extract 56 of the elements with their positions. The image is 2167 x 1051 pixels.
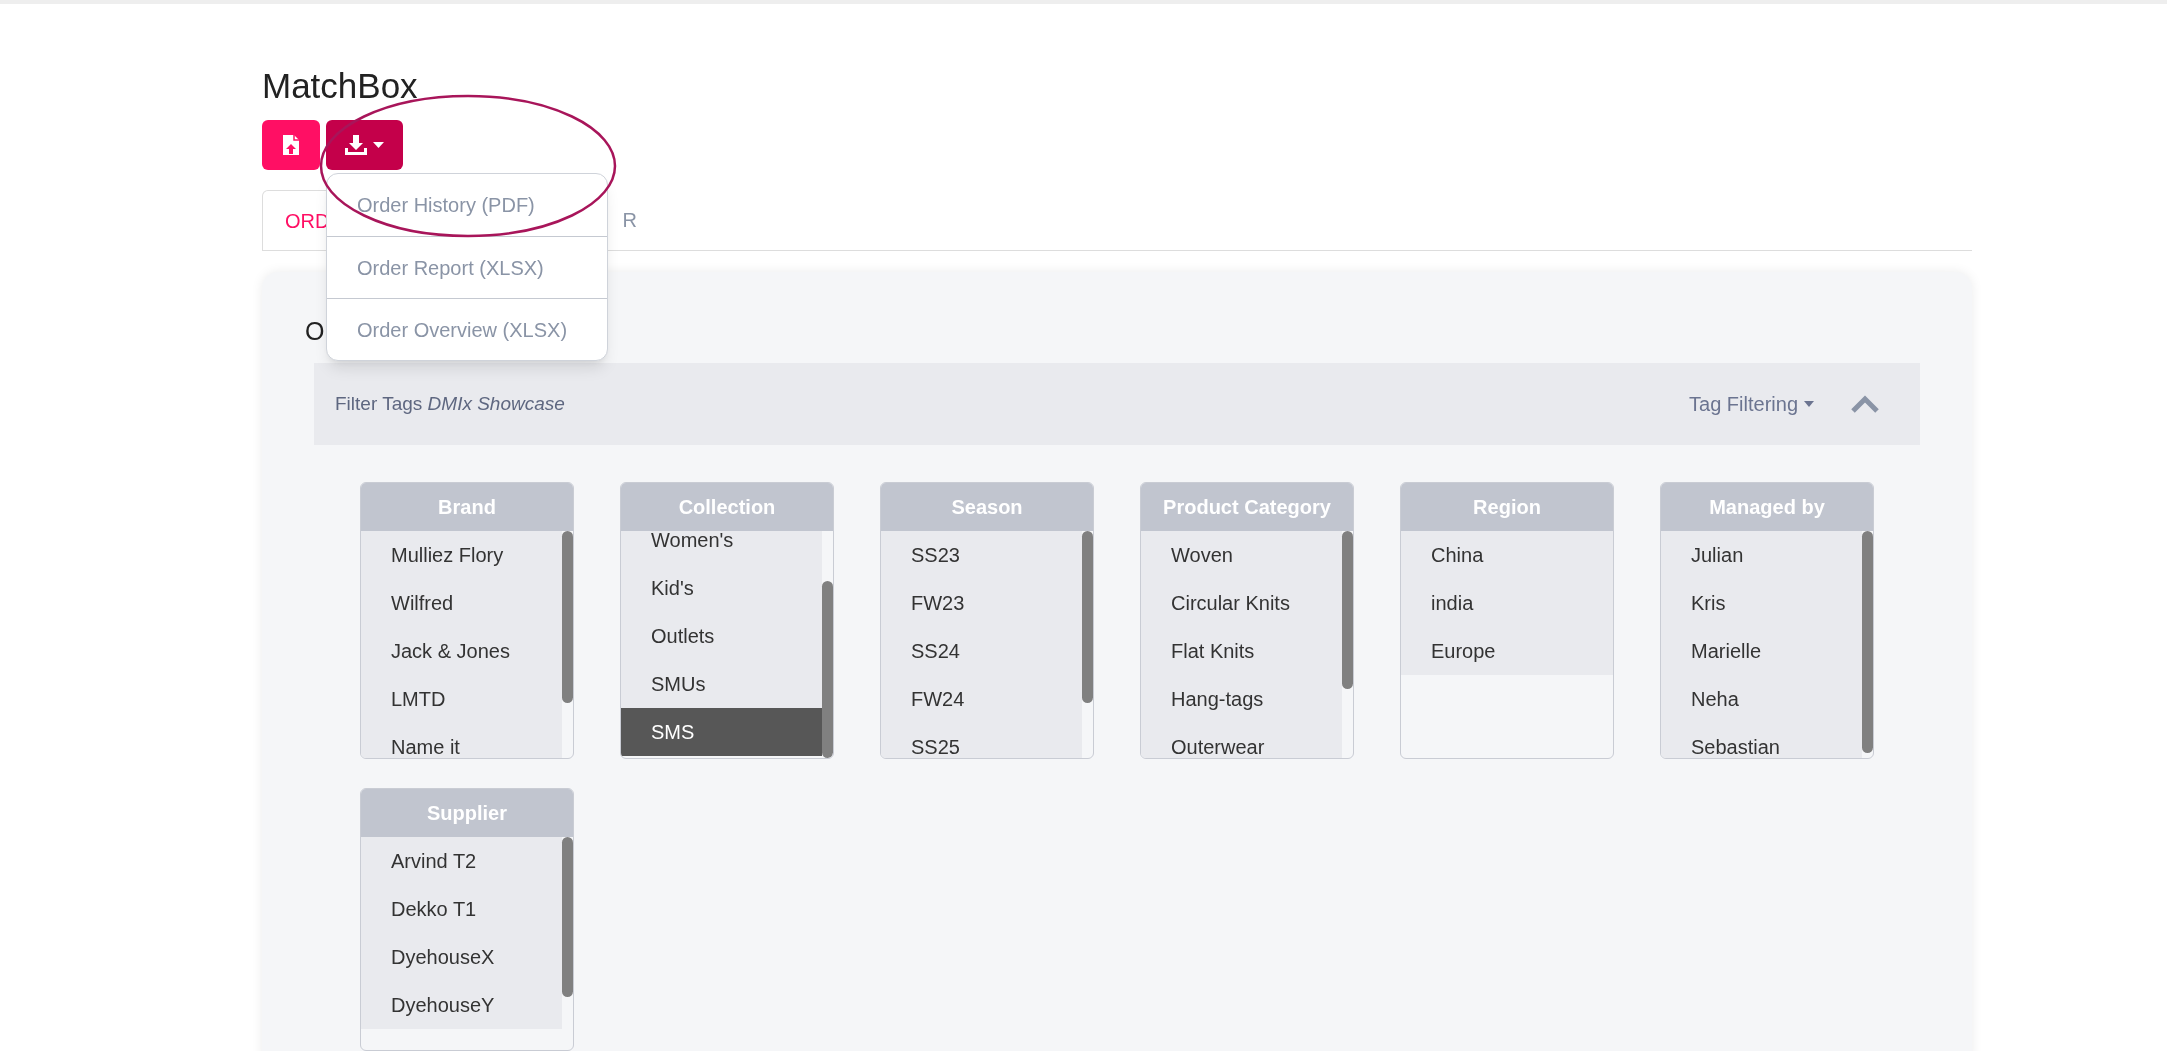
scrollbar-thumb[interactable] [1862, 531, 1873, 753]
filter-option[interactable]: Name it [361, 723, 562, 758]
filter-option[interactable]: Wilfred [361, 579, 562, 627]
filter-option[interactable]: Julian [1661, 531, 1862, 579]
app-title: MatchBox [262, 65, 418, 107]
filter-option[interactable]: Outerwear [1141, 723, 1342, 758]
filter-list-header: Brand [361, 483, 573, 531]
filter-list-header: Season [881, 483, 1093, 531]
filter-option[interactable]: Outlets [621, 612, 822, 660]
filter-option[interactable]: Europe [1401, 627, 1613, 675]
filter-option[interactable]: Woven [1141, 531, 1342, 579]
filter-option[interactable]: india [1401, 579, 1613, 627]
filter-tags-label: Filter Tags DMIx Showcase [335, 391, 565, 416]
filter-option[interactable]: SS23 [881, 531, 1082, 579]
caret-icon [1804, 401, 1814, 407]
filter-option[interactable]: SS25 [881, 723, 1082, 758]
filter-option[interactable]: SMUs [621, 660, 822, 708]
filter-option[interactable]: Women's [621, 531, 822, 564]
filter-option[interactable]: Arvind T2 [361, 837, 562, 885]
caret-icon [373, 142, 384, 148]
filter-list-header: Managed by [1661, 483, 1873, 531]
card-heading: O [305, 316, 325, 347]
filter-list-header: Collection [621, 483, 833, 531]
scrollbar-thumb[interactable] [562, 531, 573, 703]
filter-option[interactable]: Hang-tags [1141, 675, 1342, 723]
filter-option[interactable]: Kris [1661, 579, 1862, 627]
filter-option[interactable]: Neha [1661, 675, 1862, 723]
filter-option[interactable]: Marielle [1661, 627, 1862, 675]
download-button[interactable] [326, 120, 403, 170]
download-icon [345, 135, 367, 155]
filter-option[interactable]: Flat Knits [1141, 627, 1342, 675]
tag-filtering-dropdown[interactable]: Tag Filtering [1689, 389, 1814, 419]
chevron-up-icon [1851, 395, 1879, 413]
filter-option[interactable]: Dekko T1 [361, 885, 562, 933]
scrollbar-thumb[interactable] [822, 581, 833, 758]
filter-option[interactable]: DyehouseX [361, 933, 562, 981]
filter-option[interactable]: SS24 [881, 627, 1082, 675]
filter-option[interactable]: Jack & Jones [361, 627, 562, 675]
filter-option[interactable]: Kid's [621, 564, 822, 612]
scrollbar-thumb[interactable] [1342, 531, 1353, 689]
filter-option[interactable]: SMS [621, 708, 822, 756]
filter-option[interactable]: Sebastian [1661, 723, 1862, 758]
filter-option[interactable]: FW24 [881, 675, 1082, 723]
filter-option[interactable]: LMTD [361, 675, 562, 723]
scrollbar-thumb[interactable] [562, 837, 573, 997]
filter-list-header: Region [1401, 483, 1613, 531]
scrollbar-thumb[interactable] [1082, 531, 1093, 703]
filter-option[interactable]: Circular Knits [1141, 579, 1342, 627]
filter-option[interactable]: China [1401, 531, 1613, 579]
file-upload-icon [282, 134, 300, 156]
upload-button[interactable] [262, 120, 320, 170]
filter-option[interactable]: Mulliez Flory [361, 531, 562, 579]
filter-option[interactable]: FW23 [881, 579, 1082, 627]
filter-list-header: Product Category [1141, 483, 1353, 531]
filter-option[interactable]: DyehouseY [361, 981, 562, 1029]
filter-list-header: Supplier [361, 789, 573, 837]
